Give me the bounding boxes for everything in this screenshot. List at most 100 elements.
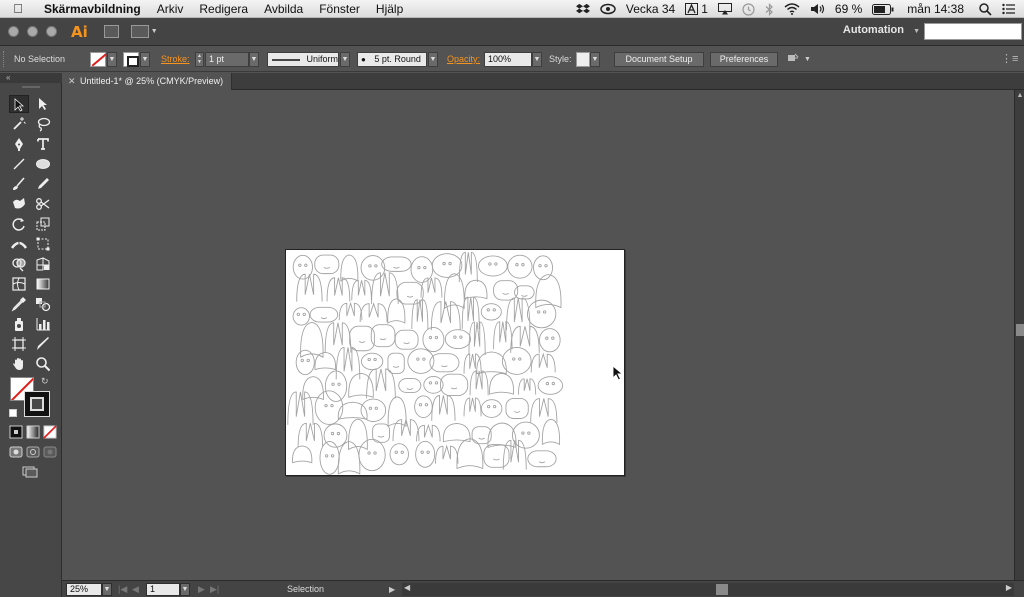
line-segment-tool-icon[interactable] <box>9 155 29 173</box>
zoom-level-field[interactable]: 25% <box>66 583 102 596</box>
profile-dropdown[interactable]: ▼ <box>340 52 350 67</box>
apple-icon[interactable]:  <box>0 1 36 16</box>
scroll-right-icon[interactable]: ▶ <box>1006 583 1012 592</box>
fill-swatch[interactable] <box>90 52 106 67</box>
rotate-tool-icon[interactable] <box>9 215 29 233</box>
opacity-dropdown[interactable]: ▼ <box>532 52 542 67</box>
document-tab[interactable]: ✕ Untitled-1* @ 25% (CMYK/Preview) <box>62 73 232 90</box>
stroke-weight-field[interactable]: 1 pt <box>205 52 249 67</box>
preferences-button[interactable]: Preferences <box>710 52 778 67</box>
bridge-icon[interactable] <box>103 25 119 38</box>
arrange-dropdown-icon[interactable]: ▼ <box>151 28 158 35</box>
search-help-input[interactable] <box>924 23 1022 40</box>
color-mode-icon[interactable] <box>8 423 24 439</box>
artboard-tool-icon[interactable] <box>9 335 29 353</box>
brush-definition[interactable]: ● 5 pt. Round <box>357 52 427 67</box>
week-label[interactable]: Vecka 34 <box>621 0 680 18</box>
time-machine-icon[interactable] <box>737 2 760 16</box>
arrange-documents-icon[interactable] <box>130 25 149 38</box>
wifi-icon[interactable] <box>779 3 805 15</box>
scissors-tool-icon[interactable] <box>33 195 53 213</box>
draw-normal-icon[interactable] <box>8 443 24 458</box>
zoom-window-button[interactable] <box>46 26 57 37</box>
artwork-sketch[interactable] <box>286 250 624 475</box>
direct-selection-tool-icon[interactable] <box>33 95 53 113</box>
zoom-tool-icon[interactable] <box>33 355 53 373</box>
symbol-sprayer-tool-icon[interactable] <box>9 315 29 333</box>
next-artboard-icon[interactable]: ▶ <box>198 583 205 596</box>
stroke-dropdown[interactable]: ▼ <box>140 52 150 67</box>
shaper-tool-icon[interactable] <box>9 195 29 213</box>
menu-arkiv[interactable]: Arkiv <box>149 0 192 18</box>
slice-tool-icon[interactable] <box>33 335 53 353</box>
artboard-number-field[interactable]: 1 <box>146 583 180 596</box>
vertical-scrollbar[interactable]: ▲ <box>1014 90 1024 580</box>
menu-fonster[interactable]: Fönster <box>311 0 368 18</box>
scale-tool-icon[interactable] <box>33 215 53 233</box>
scroll-left-icon[interactable]: ◀ <box>404 583 410 592</box>
vertical-scroll-thumb[interactable] <box>1016 324 1024 336</box>
hand-tool-icon[interactable] <box>9 355 29 373</box>
fill-dropdown[interactable]: ▼ <box>107 52 117 67</box>
type-tool-icon[interactable] <box>33 135 53 153</box>
close-window-button[interactable] <box>8 26 19 37</box>
ellipse-tool-icon[interactable] <box>33 155 53 173</box>
perspective-grid-tool-icon[interactable] <box>33 255 53 273</box>
menu-avbilda[interactable]: Avbilda <box>256 0 311 18</box>
shape-builder-tool-icon[interactable] <box>9 255 29 273</box>
volume-icon[interactable] <box>805 3 830 15</box>
stroke-label-link[interactable]: Stroke: <box>161 52 190 67</box>
pen-tool-icon[interactable] <box>9 135 29 153</box>
horizontal-scroll-thumb[interactable] <box>716 584 728 595</box>
paintbrush-tool-icon[interactable] <box>9 175 29 193</box>
previous-artboard-icon[interactable]: ◀ <box>132 583 139 596</box>
panel-grip[interactable] <box>3 51 5 67</box>
mesh-tool-icon[interactable] <box>9 275 29 293</box>
first-artboard-icon[interactable]: |◀ <box>118 583 127 596</box>
notification-center-icon[interactable] <box>997 3 1024 15</box>
brush-dropdown[interactable]: ▼ <box>428 52 438 67</box>
scroll-up-icon[interactable]: ▲ <box>1016 92 1024 100</box>
last-artboard-icon[interactable]: ▶| <box>210 583 219 596</box>
none-mode-icon[interactable] <box>42 423 58 439</box>
magic-wand-tool-icon[interactable] <box>9 115 29 133</box>
style-dropdown[interactable]: ▼ <box>590 52 600 67</box>
draw-behind-icon[interactable] <box>25 443 41 458</box>
menu-app-name[interactable]: Skärmavbildning <box>36 0 149 18</box>
workspace-switcher[interactable]: Automation ▼ <box>843 24 920 36</box>
graphic-style-swatch[interactable] <box>576 52 590 67</box>
tools-panel-header[interactable]: « <box>0 73 62 83</box>
minimize-window-button[interactable] <box>27 26 38 37</box>
document-setup-button[interactable]: Document Setup <box>614 52 704 67</box>
isolate-dropdown-icon[interactable]: ▼ <box>804 52 811 67</box>
swap-fill-stroke-icon[interactable]: ↻ <box>41 376 49 387</box>
variable-width-profile[interactable]: Uniform <box>267 52 339 67</box>
column-graph-tool-icon[interactable] <box>33 315 53 333</box>
stroke-color-swatch[interactable] <box>24 391 50 417</box>
battery-percent[interactable]: 69 % <box>830 0 867 18</box>
menu-redigera[interactable]: Redigera <box>191 0 256 18</box>
default-fill-stroke-icon[interactable] <box>9 409 17 417</box>
blend-tool-icon[interactable] <box>33 295 53 313</box>
sync-icon[interactable] <box>595 3 621 15</box>
isolate-icon[interactable] <box>787 52 799 67</box>
stroke-swatch[interactable] <box>123 52 139 67</box>
tools-grip[interactable] <box>22 86 40 88</box>
stroke-weight-dropdown[interactable]: ▼ <box>249 52 259 67</box>
pencil-tool-icon[interactable] <box>33 175 53 193</box>
collapse-panel-icon[interactable]: « <box>6 73 10 82</box>
eyedropper-tool-icon[interactable] <box>9 295 29 313</box>
zoom-dropdown[interactable]: ▼ <box>102 583 112 596</box>
opacity-label-link[interactable]: Opacity: <box>447 52 480 67</box>
lasso-tool-icon[interactable] <box>33 115 53 133</box>
airplay-icon[interactable] <box>713 3 737 15</box>
artboard-dropdown[interactable]: ▼ <box>180 583 190 596</box>
battery-icon[interactable] <box>867 3 899 15</box>
screen-mode-icon[interactable] <box>20 463 40 481</box>
status-menu-arrow-icon[interactable]: ▶ <box>389 583 395 596</box>
spotlight-icon[interactable] <box>969 2 997 16</box>
menu-hjalp[interactable]: Hjälp <box>368 0 411 18</box>
panel-menu-icon[interactable]: ⋮≡ <box>1001 52 1018 67</box>
gradient-mode-icon[interactable] <box>25 423 41 439</box>
free-transform-tool-icon[interactable] <box>33 235 53 253</box>
